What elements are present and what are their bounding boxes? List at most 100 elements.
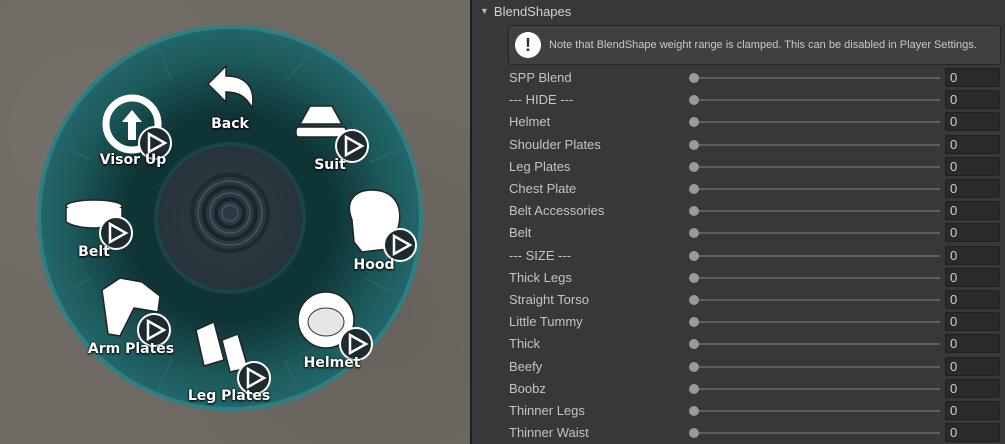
menu-item-visor-up[interactable]: Visor Up: [100, 152, 167, 168]
foldout-arrow-icon[interactable]: ▼: [480, 6, 489, 16]
section-title: BlendShapes: [493, 3, 572, 19]
blendshape-row: Helmet 0: [472, 111, 1005, 133]
slider-track[interactable]: [694, 99, 940, 102]
slider-thumb[interactable]: [689, 428, 699, 439]
radial-center[interactable]: [158, 146, 302, 290]
slider-thumb[interactable]: [689, 95, 699, 106]
slider-thumb[interactable]: [689, 139, 699, 150]
blendshape-label: --- SIZE ---: [509, 247, 572, 263]
slider-track[interactable]: [694, 432, 940, 435]
weight-input[interactable]: 0: [945, 90, 1000, 110]
slider-thumb[interactable]: [689, 228, 699, 239]
blendshape-label: Thinner Legs: [509, 403, 585, 418]
weight-input[interactable]: 0: [945, 334, 1000, 354]
slider-track[interactable]: [694, 121, 940, 124]
menu-item-leg-plates[interactable]: Leg Plates: [188, 388, 270, 404]
blendshape-row: Little Tummy 0: [472, 311, 1005, 333]
slider-track[interactable]: [694, 188, 940, 190]
weight-input[interactable]: 0: [945, 401, 1000, 420]
slider-thumb[interactable]: [689, 383, 699, 394]
menu-item-hood[interactable]: Hood: [354, 257, 395, 273]
weight-input[interactable]: 0: [945, 290, 1000, 309]
weight-input[interactable]: 0: [945, 312, 1000, 332]
slider-track[interactable]: [694, 276, 940, 279]
slider-track[interactable]: [694, 210, 940, 213]
blendshape-label: Shoulder Plates: [509, 136, 601, 152]
blendshape-row: Leg Plates 0: [472, 156, 1005, 178]
weight-input[interactable]: 0: [945, 112, 1000, 132]
weight-input[interactable]: 0: [945, 179, 1000, 198]
blendshape-label: Thick: [509, 336, 541, 352]
menu-item-belt[interactable]: Belt: [78, 244, 110, 260]
blendshape-label: Straight Torso: [509, 292, 589, 307]
blendshape-label: SPP Blend: [509, 70, 572, 85]
blendshape-row: SPP Blend 0: [472, 67, 1005, 89]
slider-thumb[interactable]: [689, 73, 699, 83]
blendshape-label: Thinner Waist: [509, 425, 589, 441]
slider-track[interactable]: [694, 232, 940, 235]
blendshape-label: Little Tummy: [509, 314, 583, 330]
weight-input[interactable]: 0: [945, 245, 1000, 265]
blendshape-label: Helmet: [509, 114, 551, 130]
blendshape-label: Chest Plate: [509, 181, 577, 196]
blendshape-row: Thick 0: [472, 333, 1005, 355]
blendshape-label: Thick Legs: [509, 269, 572, 285]
weight-input[interactable]: 0: [945, 356, 1000, 376]
blendshape-row: --- SIZE --- 0: [472, 245, 1005, 267]
blendshape-row: Thinner Waist 0: [472, 422, 1005, 444]
weight-input[interactable]: 0: [945, 423, 1000, 443]
weight-input[interactable]: 0: [945, 267, 1000, 287]
blendshape-row: Shoulder Plates 0: [472, 134, 1005, 156]
blendshape-label: Beefy: [509, 358, 543, 374]
slider-track[interactable]: [694, 343, 940, 346]
slider-thumb[interactable]: [689, 184, 699, 194]
slider-track[interactable]: [694, 365, 940, 368]
weight-input[interactable]: 0: [945, 223, 1000, 243]
weight-input[interactable]: 0: [945, 134, 1000, 154]
menu-item-back[interactable]: Back: [211, 116, 249, 132]
weight-input[interactable]: 0: [945, 156, 1000, 176]
slider-thumb[interactable]: [689, 317, 699, 328]
slider-track[interactable]: [694, 321, 940, 324]
slider-thumb[interactable]: [689, 272, 699, 283]
slider-thumb[interactable]: [689, 295, 699, 305]
slider-thumb[interactable]: [689, 117, 699, 128]
blendshape-label: Belt: [509, 225, 532, 241]
scene-viewport[interactable]: Back Suit Hood Helmet Leg Plates Arm Pla…: [0, 0, 470, 444]
radial-menu: [37, 25, 423, 411]
weight-input[interactable]: 0: [945, 378, 1000, 398]
weight-input[interactable]: 0: [945, 201, 1000, 221]
menu-item-suit[interactable]: Suit: [314, 157, 346, 173]
blendshapes-foldout[interactable]: ▼ BlendShapes: [472, 0, 1005, 22]
slider-thumb[interactable]: [689, 361, 699, 372]
slider-thumb[interactable]: [689, 406, 699, 416]
slider-thumb[interactable]: [689, 339, 699, 350]
slider-thumb[interactable]: [689, 206, 699, 217]
blendshape-row: --- HIDE --- 0: [472, 89, 1005, 111]
blendshape-label: --- HIDE ---: [509, 92, 574, 108]
slider-track[interactable]: [694, 387, 940, 390]
slider-thumb[interactable]: [689, 161, 699, 172]
blendshape-row: Thick Legs 0: [472, 267, 1005, 289]
menu-item-helmet[interactable]: Helmet: [304, 355, 361, 371]
warning-icon: !: [515, 32, 541, 58]
slider-track[interactable]: [694, 410, 940, 412]
blendshape-row: Straight Torso 0: [472, 289, 1005, 311]
blendshape-row: Belt 0: [472, 222, 1005, 244]
blendshape-row: Beefy 0: [472, 356, 1005, 378]
slider-track[interactable]: [694, 165, 940, 168]
blendshape-row: Belt Accessories 0: [472, 200, 1005, 222]
blendshape-label: Boobz: [509, 380, 546, 396]
slider-track[interactable]: [694, 143, 940, 146]
blendshape-label: Leg Plates: [509, 158, 571, 174]
slider-track[interactable]: [694, 254, 940, 257]
weight-input[interactable]: 0: [945, 68, 1000, 87]
slider-track[interactable]: [694, 299, 940, 301]
help-text: Note that BlendShape weight range is cla…: [549, 38, 977, 51]
inspector-panel: ▼ BlendShapes ! Note that BlendShape wei…: [472, 0, 1005, 444]
blendshape-row: Boobz 0: [472, 378, 1005, 400]
menu-item-arm-plates[interactable]: Arm Plates: [88, 341, 174, 357]
blendshape-label: Belt Accessories: [509, 203, 605, 219]
slider-thumb[interactable]: [689, 250, 699, 261]
slider-track[interactable]: [694, 77, 940, 79]
